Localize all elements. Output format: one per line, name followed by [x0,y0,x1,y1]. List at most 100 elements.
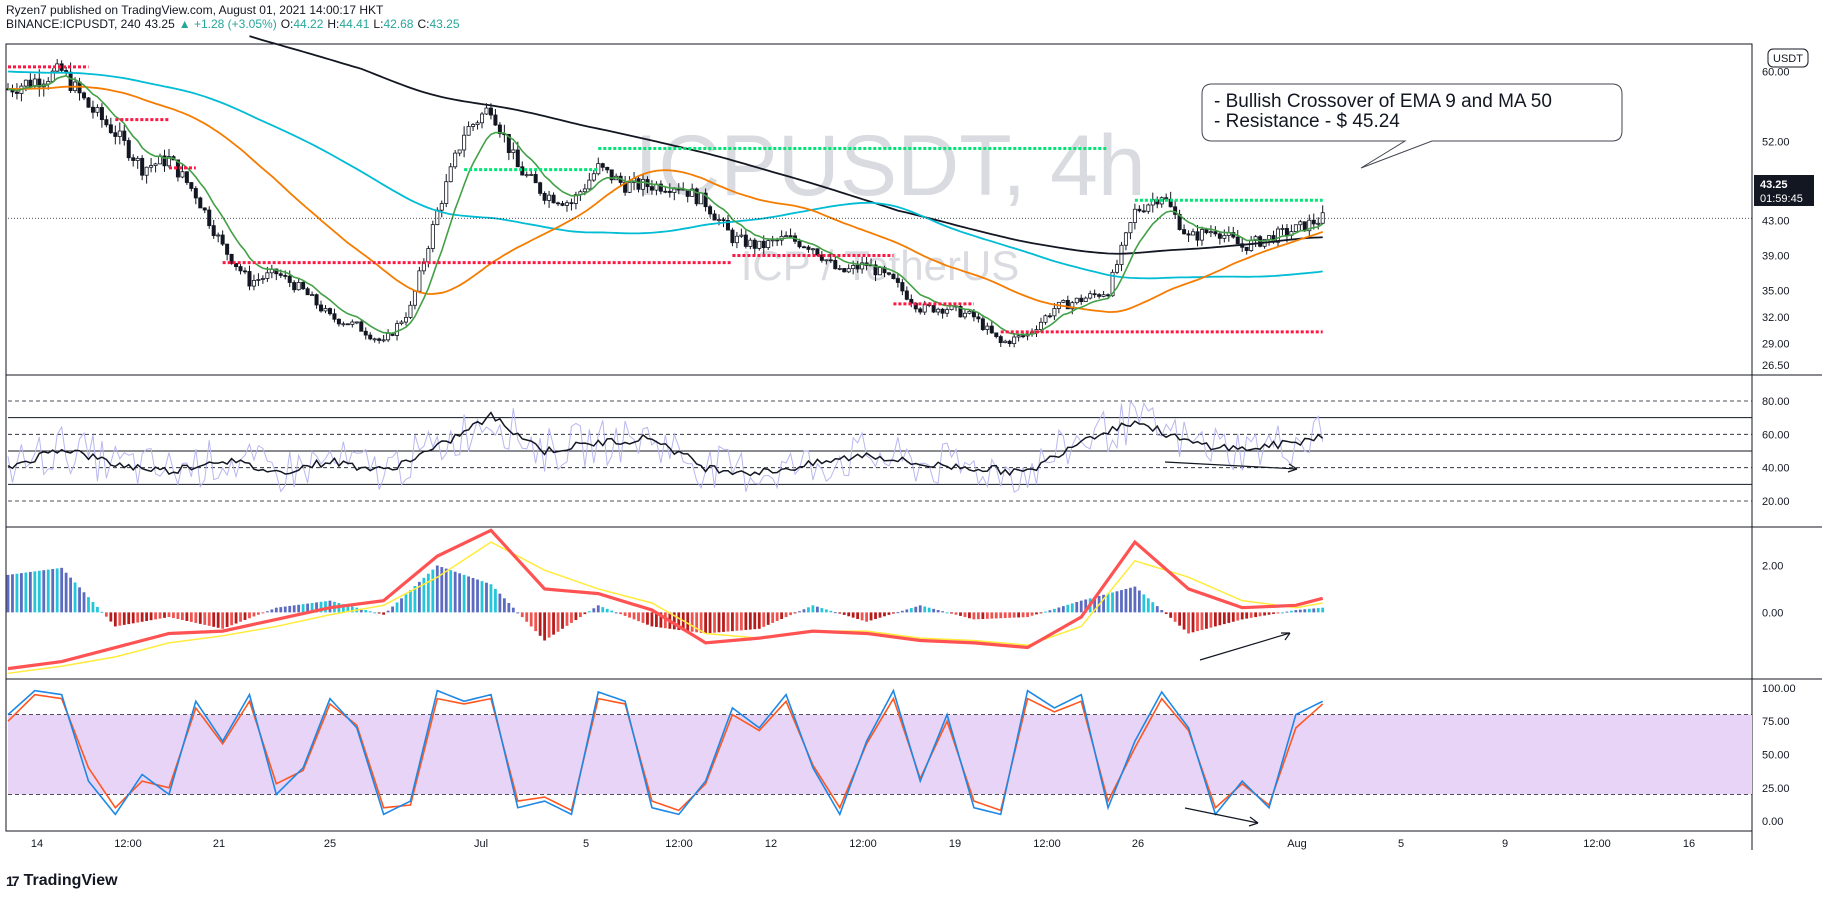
macd-histogram-bar [833,612,837,614]
macd-histogram-bar [216,612,220,628]
macd-histogram-bar [856,612,860,620]
candle-body [801,246,806,249]
macd-histogram-bar [104,612,108,617]
macd-histogram-bar [185,612,189,621]
macd-histogram-bar [646,612,649,625]
macd-histogram-bar [1035,612,1038,615]
macd-divergence-arrow [1199,632,1291,661]
macd-histogram-bar [113,612,117,627]
macd-histogram-bar [1281,612,1284,614]
candle-body [994,332,999,338]
macd-histogram-bar [744,612,748,630]
macd-histogram-bar [829,610,833,613]
macd-pane[interactable] [6,528,1325,675]
macd-histogram-bar [1106,593,1110,613]
macd-histogram-bar [753,612,757,630]
candle-body [354,321,359,324]
chart-canvas[interactable]: ICPUSDT, 4h ICP / TetherUS 60.0052.0047.… [0,0,1828,897]
annotation-callout[interactable]: - Bullish Crossover of EMA 9 and MA 50 -… [1201,83,1623,169]
macd-histogram-bar [1218,612,1222,626]
currency-tag[interactable]: USDT [1767,48,1809,68]
macd-histogram-bar [194,612,198,623]
candle-body [243,270,248,273]
candle-body [524,174,529,177]
macd-histogram-bar [1321,607,1325,613]
candle-body [1016,335,1021,338]
macd-histogram-bar [96,606,99,613]
macd-histogram-bar [1209,612,1213,628]
macd-histogram-bar [717,612,721,633]
macd-histogram-bar [444,568,448,613]
macd-histogram-bar [391,606,394,613]
candle-body [1186,233,1191,236]
macd-histogram-bar [1263,612,1266,616]
macd-histogram-bar [578,612,582,618]
macd-histogram-bar [69,577,73,613]
macd-histogram-bar [154,612,157,620]
symbol-watermark: ICPUSDT, 4h ICP / TetherUS [634,118,1145,289]
macd-histogram-bar [860,612,864,621]
macd-histogram-bar [55,568,59,613]
watermark-pair: ICP / TetherUS [741,242,1020,289]
candle-body [837,268,842,270]
candle-body [86,97,91,108]
candle-body [734,235,739,244]
macd-histogram-bar [480,581,484,613]
candle-body [766,240,771,249]
macd-histogram-bar [820,608,824,613]
macd-histogram-bar [766,612,770,625]
candle-body [189,182,194,189]
macd-histogram-bar [498,593,502,613]
macd-histogram-bar [874,612,877,620]
time-tick-label: 5 [1398,838,1404,850]
macd-histogram-bar [1129,587,1132,613]
time-tick-label: 12:00 [114,838,142,850]
macd-histogram-bar [798,611,801,613]
candle-body [68,71,73,91]
candle-body [936,308,941,313]
rsi-pane[interactable] [7,399,1752,502]
macd-histogram-bar [127,612,131,625]
macd-histogram-bar [221,612,225,629]
macd-histogram-bar [708,612,712,634]
time-tick-label: Aug [1287,838,1307,850]
macd-histogram-bar [900,610,904,613]
macd-histogram-bar [735,612,739,631]
candle-body [591,173,596,181]
stochastic-pane[interactable] [7,688,1752,827]
price-tick-label: 29.00 [1762,338,1790,350]
macd-histogram-bar [905,609,909,613]
macd-histogram-bar [207,612,211,626]
macd-histogram-bar [377,612,381,614]
candle-body [810,248,815,251]
candle-body [417,270,422,292]
time-tick-label: 12:00 [665,838,693,850]
price-tick-label: 52.00 [1762,137,1790,149]
candle-body [878,267,883,276]
candle-body [846,268,851,273]
macd-histogram-bar [109,612,113,622]
macd-histogram-bar [722,612,725,632]
macd-histogram-bar [574,612,578,620]
candle-body [1038,321,1043,330]
macd-histogram-bar [762,612,766,627]
macd-histogram-bar [547,612,551,638]
macd-histogram-bar [963,612,967,618]
time-tick-label: 12:00 [1033,838,1061,850]
candle-body [310,294,315,297]
candle-body [529,174,534,176]
macd-histogram-bar [1115,591,1119,613]
time-tick-label: 9 [1502,838,1508,850]
candle-body [207,209,212,227]
macd-histogram-bar [33,571,37,613]
macd-histogram-bar [601,607,605,613]
candle-body [833,259,838,270]
macd-histogram-bar [37,570,41,613]
candle-body [453,152,458,168]
macd-histogram-bar [511,607,515,613]
macd-histogram-bar [51,569,55,613]
macd-histogram-bar [990,612,994,619]
candle-body [1052,308,1057,317]
macd-histogram-bar [1200,612,1204,630]
tradingview-footer[interactable]: 17 TradingView [6,872,118,890]
